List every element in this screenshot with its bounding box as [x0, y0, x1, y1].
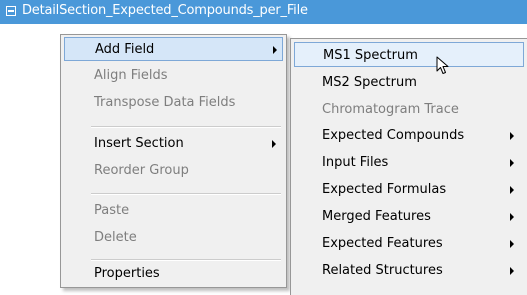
menu-item-paste[interactable]: Paste [64, 199, 283, 223]
submenu-item-label: Related Structures [322, 263, 443, 278]
submenu-arrow-icon [510, 132, 514, 140]
menu-item-label: Delete [94, 230, 137, 245]
menu-item-insert-section[interactable]: Insert Section [64, 132, 283, 156]
menu-separator [91, 126, 281, 128]
submenu-item-label: Merged Features [322, 209, 431, 224]
mouse-pointer-icon [436, 56, 449, 74]
add-field-submenu: MS1 Spectrum MS2 Spectrum Chromatogram T… [290, 38, 527, 295]
menu-item-label: Properties [94, 266, 160, 281]
submenu-item-input-files[interactable]: Input Files [294, 150, 524, 175]
submenu-item-expected-formulas[interactable]: Expected Formulas [294, 177, 524, 202]
menu-item-label: Reorder Group [94, 163, 189, 178]
submenu-arrow-icon [510, 267, 514, 275]
submenu-arrow-icon [273, 46, 277, 54]
submenu-item-expected-features[interactable]: Expected Features [294, 231, 524, 256]
menu-item-label: Align Fields [94, 68, 168, 83]
menu-separator [91, 193, 281, 195]
collapse-icon[interactable] [6, 6, 16, 16]
section-title: DetailSection_Expected_Compounds_per_Fil… [22, 3, 308, 18]
submenu-item-label: Expected Compounds [322, 128, 465, 143]
submenu-arrow-icon [510, 159, 514, 167]
submenu-item-ms2-spectrum[interactable]: MS2 Spectrum [294, 70, 524, 95]
submenu-item-label: Chromatogram Trace [322, 102, 459, 117]
menu-item-label: Paste [94, 203, 130, 218]
submenu-item-label: MS2 Spectrum [322, 75, 417, 90]
submenu-arrow-icon [510, 186, 514, 194]
submenu-arrow-icon [272, 140, 276, 148]
menu-item-label: Transpose Data Fields [94, 95, 236, 110]
menu-item-label: Add Field [95, 42, 155, 57]
submenu-item-ms1-spectrum[interactable]: MS1 Spectrum [294, 42, 524, 67]
submenu-item-label: MS1 Spectrum [323, 48, 418, 63]
section-header[interactable]: DetailSection_Expected_Compounds_per_Fil… [0, 0, 527, 24]
menu-item-reorder-group[interactable]: Reorder Group [64, 159, 283, 183]
submenu-item-label: Expected Formulas [322, 182, 447, 197]
submenu-item-label: Expected Features [322, 236, 443, 251]
menu-item-transpose-data-fields[interactable]: Transpose Data Fields [64, 91, 283, 115]
submenu-item-chromatogram-trace[interactable]: Chromatogram Trace [294, 97, 524, 122]
submenu-arrow-icon [510, 213, 514, 221]
menu-item-properties[interactable]: Properties [64, 262, 283, 286]
menu-item-align-fields[interactable]: Align Fields [64, 64, 283, 88]
report-canvas [0, 24, 60, 295]
submenu-item-related-structures[interactable]: Related Structures [294, 258, 524, 283]
menu-item-delete[interactable]: Delete [64, 226, 283, 250]
menu-item-add-field[interactable]: Add Field [64, 37, 283, 61]
menu-separator [91, 259, 281, 261]
menu-item-label: Insert Section [94, 136, 184, 151]
submenu-item-merged-features[interactable]: Merged Features [294, 204, 524, 229]
submenu-item-expected-compounds[interactable]: Expected Compounds [294, 123, 524, 148]
submenu-arrow-icon [510, 240, 514, 248]
submenu-item-label: Input Files [322, 155, 389, 170]
context-menu: Add Field Align Fields Transpose Data Fi… [60, 34, 287, 288]
